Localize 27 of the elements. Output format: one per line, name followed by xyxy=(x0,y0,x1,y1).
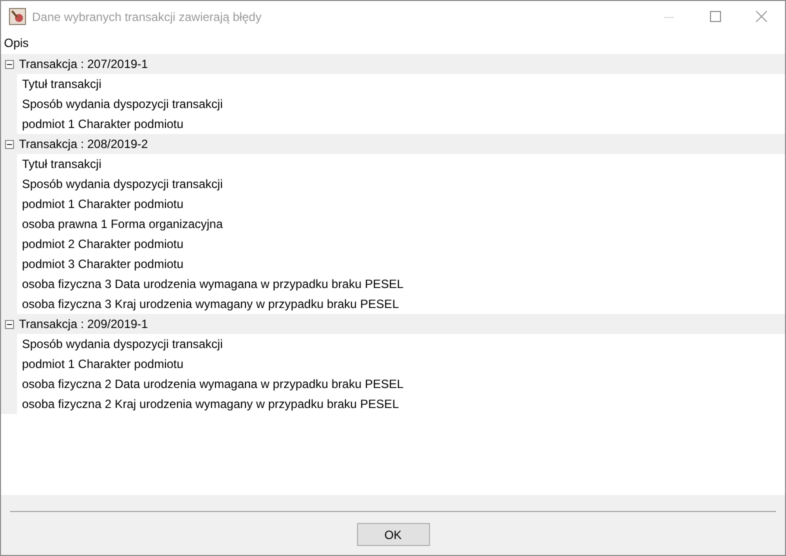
maximize-icon[interactable] xyxy=(710,11,721,22)
error-item[interactable]: podmiot 1 Charakter podmiotu xyxy=(22,195,184,213)
error-item[interactable]: Tytuł transakcji xyxy=(22,155,102,173)
error-item[interactable]: podmiot 1 Charakter podmiotu xyxy=(22,355,184,373)
error-item[interactable]: Sposób wydania dyspozycji transakcji xyxy=(22,95,223,113)
group-header-row[interactable]: Transakcja : 208/2019-2 xyxy=(1,134,785,154)
window-title: Dane wybranych transakcji zawierają błędy xyxy=(32,8,262,26)
group-header-row[interactable]: Transakcja : 209/2019-1 xyxy=(1,314,785,334)
column-header: Opis xyxy=(4,35,29,52)
ok-button[interactable]: OK xyxy=(356,523,430,546)
group-header-row[interactable]: Transakcja : 207/2019-1 xyxy=(1,54,785,74)
error-item[interactable]: podmiot 3 Charakter podmiotu xyxy=(22,255,184,273)
collapse-icon[interactable] xyxy=(5,60,14,68)
app-icon xyxy=(9,8,26,25)
error-item[interactable]: Sposób wydania dyspozycji transakcji xyxy=(22,335,223,353)
error-item[interactable]: podmiot 1 Charakter podmiotu xyxy=(22,115,184,133)
collapse-icon[interactable] xyxy=(5,140,14,148)
error-item[interactable]: osoba fizyczna 3 Kraj urodzenia wymagany w przypadku braku PESEL xyxy=(22,295,399,313)
error-item[interactable]: osoba fizyczna 2 Data urodzenia wymagana w przypadku braku PESEL xyxy=(22,375,404,393)
error-item[interactable]: osoba fizyczna 3 Data urodzenia wymagana w przypadku braku PESEL xyxy=(22,275,404,293)
error-item[interactable]: Tytuł transakcji xyxy=(22,75,102,93)
close-icon[interactable] xyxy=(756,11,767,22)
error-item[interactable]: osoba prawna 1 Forma organizacyjna xyxy=(22,215,223,233)
collapse-icon[interactable] xyxy=(5,320,14,328)
error-item[interactable]: podmiot 2 Charakter podmiotu xyxy=(22,235,184,253)
error-item[interactable]: osoba fizyczna 2 Kraj urodzenia wymagany w przypadku braku PESEL xyxy=(22,395,399,413)
error-item[interactable]: Sposób wydania dyspozycji transakcji xyxy=(22,175,223,193)
